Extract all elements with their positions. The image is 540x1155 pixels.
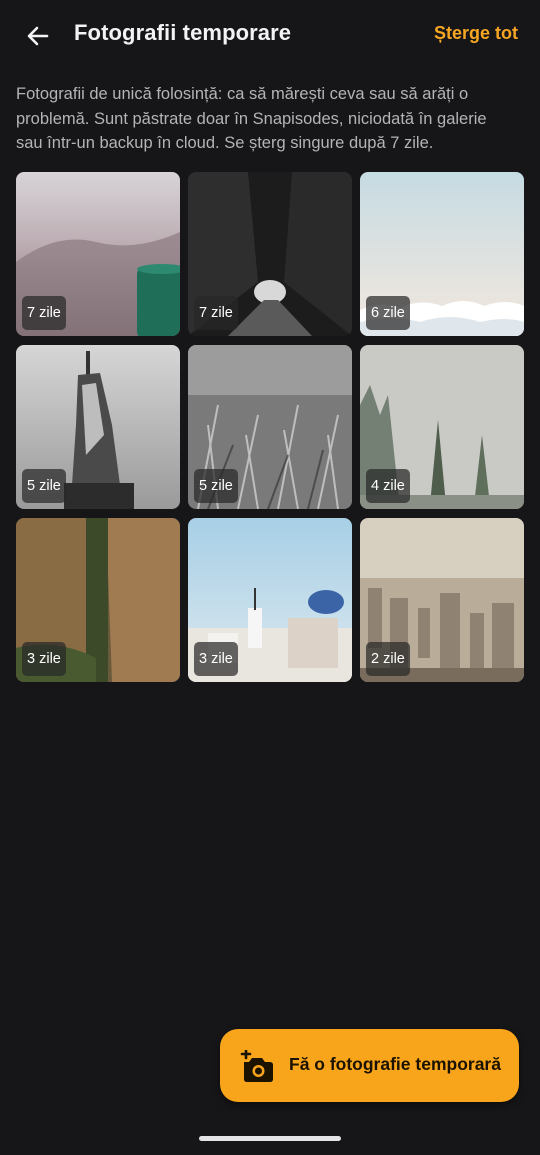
photo-tile[interactable]: 7 zile [16,172,180,336]
expiry-badge: 2 zile [366,642,410,676]
photo-tile[interactable]: 3 zile [188,518,352,682]
expiry-badge: 6 zile [366,296,410,330]
photo-tile[interactable]: 3 zile [16,518,180,682]
home-indicator[interactable] [199,1136,341,1141]
expiry-badge: 4 zile [366,469,410,503]
add-camera-icon [240,1050,273,1082]
expiry-badge: 5 zile [22,469,66,503]
photo-tile[interactable]: 2 zile [360,518,524,682]
expiry-badge: 7 zile [22,296,66,330]
photo-tile[interactable]: 5 zile [188,345,352,509]
photo-tile[interactable]: 7 zile [188,172,352,336]
arrow-left-icon [27,26,49,46]
expiry-badge: 5 zile [194,469,238,503]
app-bar: Fotografii temporare Șterge tot [0,0,540,70]
expiry-badge: 3 zile [194,642,238,676]
take-temporary-photo-label: Fă o fotografie temporară [289,1054,501,1074]
description-text: Fotografii de unică folosință: ca să măr… [16,85,487,152]
expiry-badge: 7 zile [194,296,238,330]
photo-tile[interactable]: 4 zile [360,345,524,509]
photo-grid: 7 zile 7 zile 6 zile 5 zile 5 zile 4 zil… [16,172,525,682]
photo-tile[interactable]: 5 zile [16,345,180,509]
back-button[interactable] [18,16,58,56]
page-title: Fotografii temporare [74,20,292,45]
expiry-badge: 3 zile [22,642,66,676]
photo-tile[interactable]: 6 zile [360,172,524,336]
take-temporary-photo-button[interactable]: Fă o fotografie temporară [220,1029,519,1102]
delete-all-button[interactable]: Șterge tot [434,23,518,44]
